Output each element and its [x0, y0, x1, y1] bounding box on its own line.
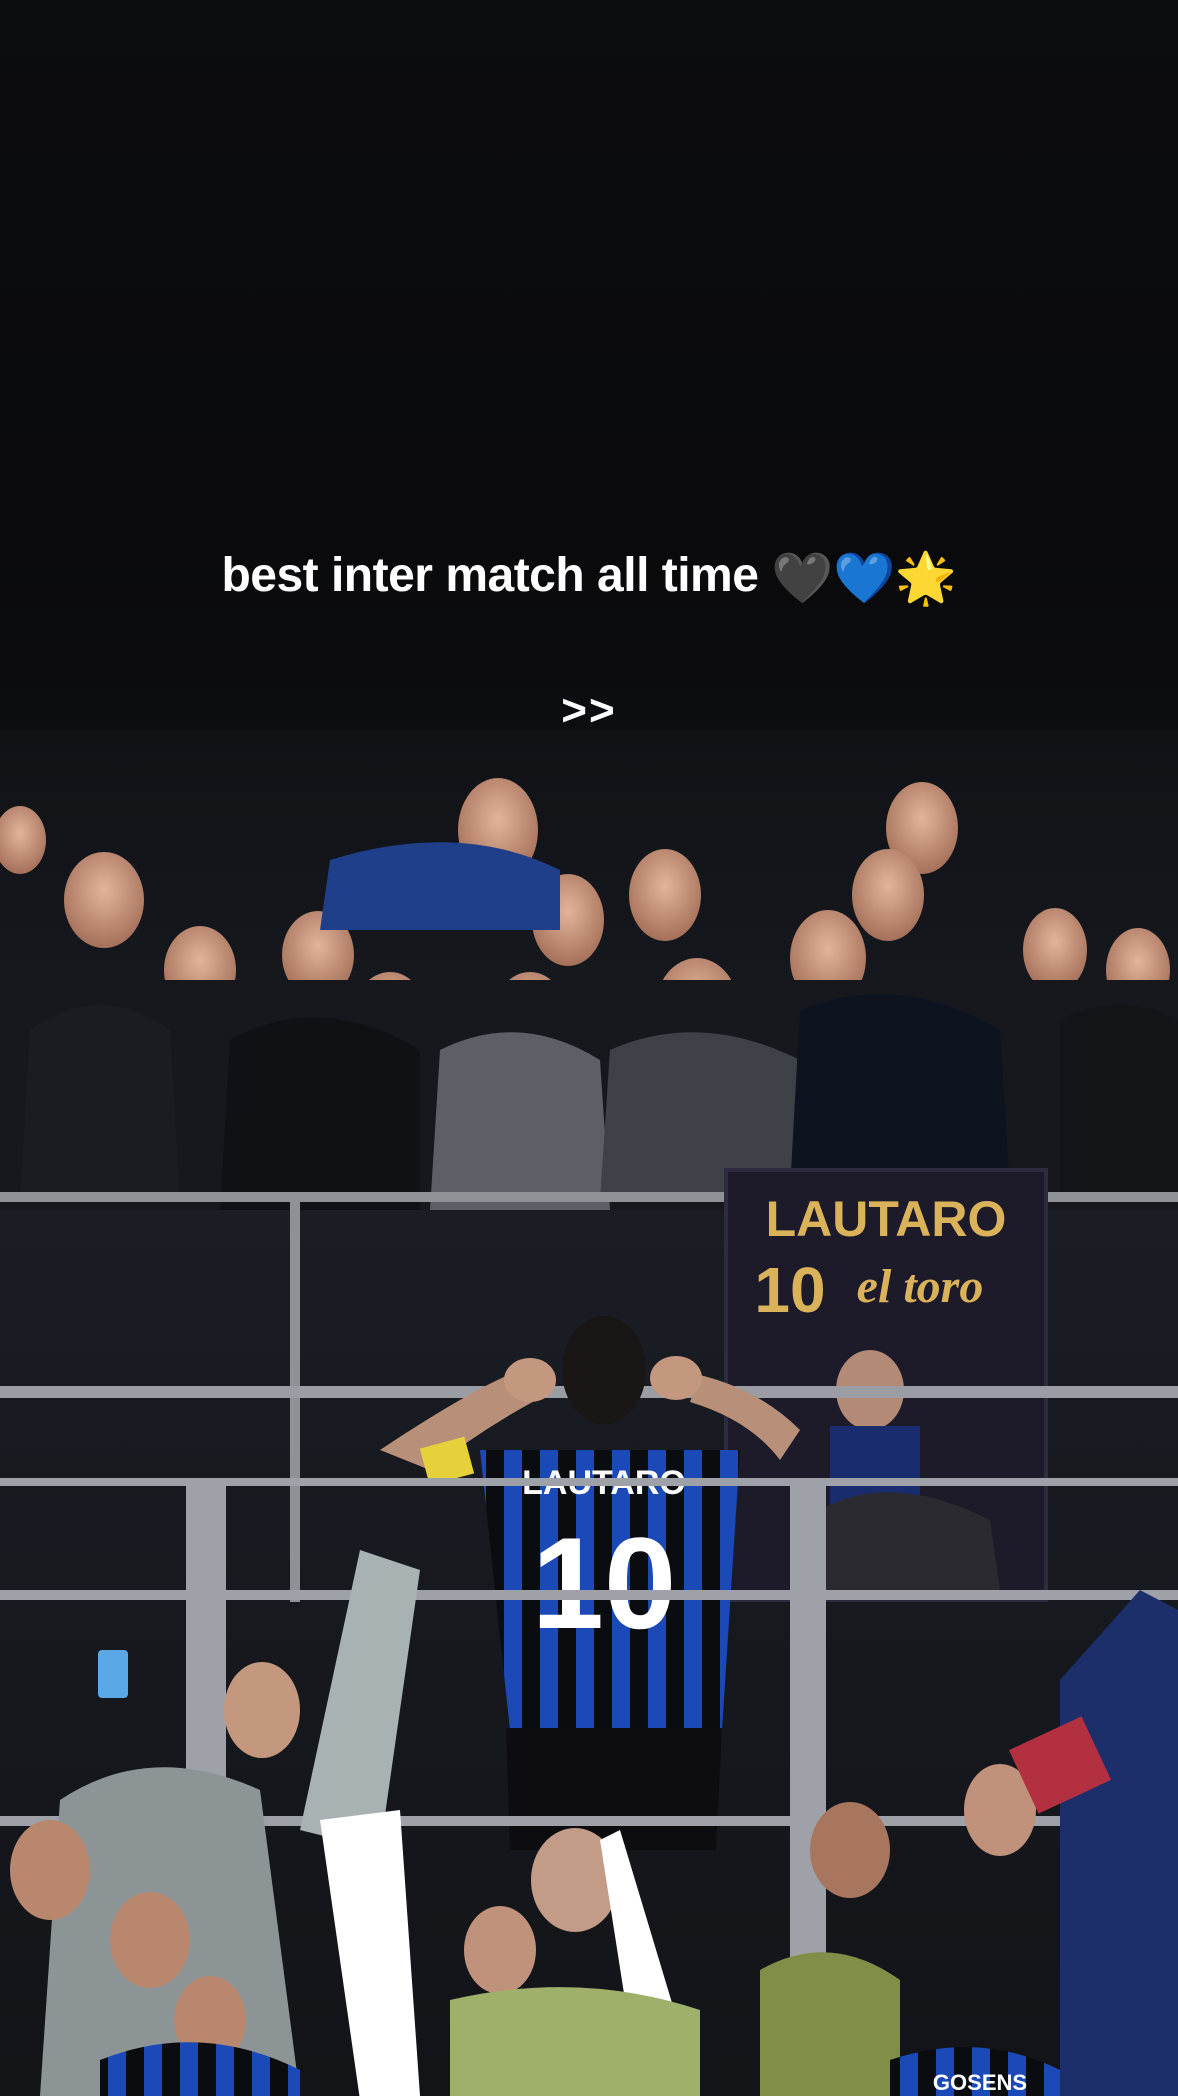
banner-text: el toro	[857, 1260, 984, 1313]
bottom-jersey-name: GOSENS	[933, 2070, 1027, 2095]
caption-text: best inter match all time 🖤💙🌟	[0, 548, 1178, 608]
jersey-number: 10	[532, 1510, 677, 1656]
caption-emojis: 🖤💙🌟	[771, 549, 957, 607]
dark-background	[0, 0, 1178, 760]
caption-label: best inter match all time	[221, 549, 759, 602]
next-indicator[interactable]: >>	[0, 686, 1178, 736]
banner-line1: LAUTARO	[766, 1191, 1007, 1247]
stadium-photo: LAUTARO 10 el toro LAUTARO 10	[0, 730, 1178, 2096]
banner-number: 10	[754, 1254, 825, 1326]
banner: LAUTARO 10 el toro	[724, 1168, 1048, 1602]
